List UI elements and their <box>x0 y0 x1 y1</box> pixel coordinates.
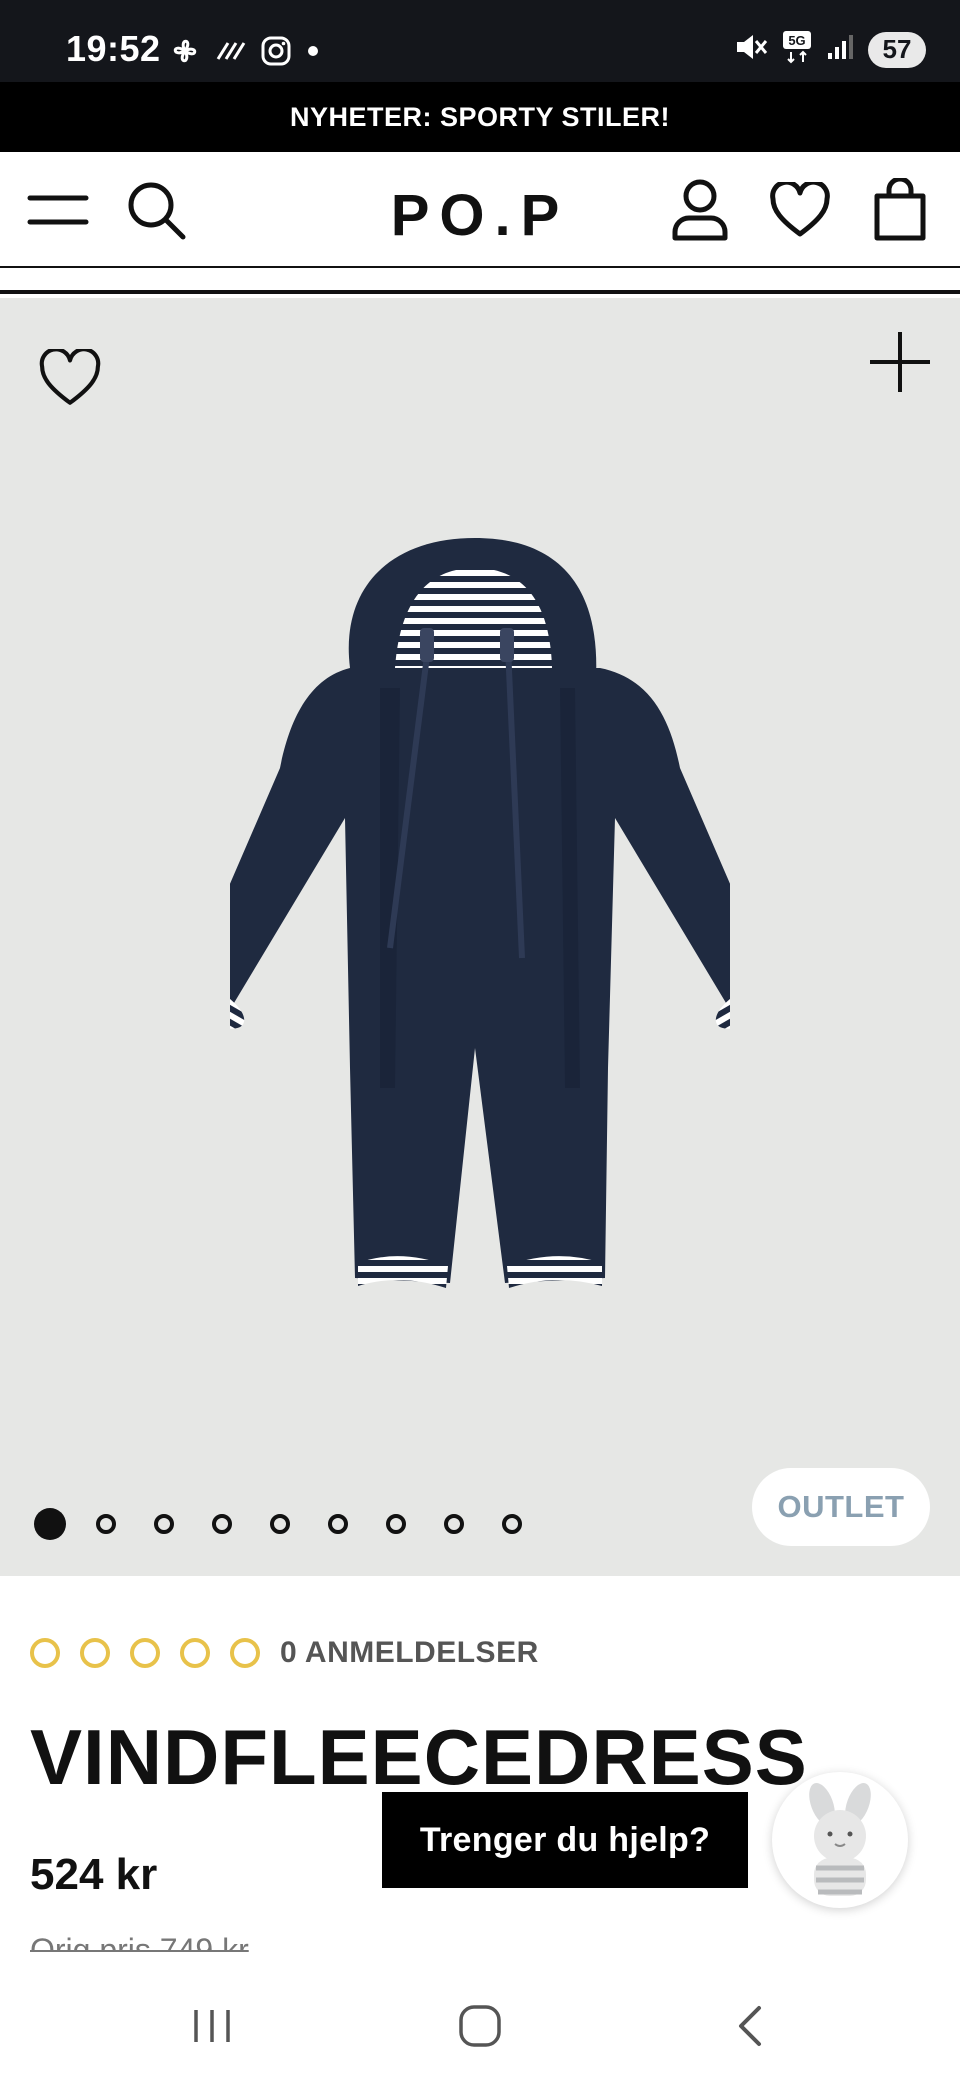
back-icon[interactable] <box>710 1996 790 2056</box>
header-divider <box>0 290 960 294</box>
recent-apps-icon[interactable] <box>172 1996 252 2056</box>
status-time: 19:52 <box>66 28 161 69</box>
account-icon[interactable] <box>668 178 732 242</box>
product-gallery[interactable]: OUTLET <box>0 298 960 1576</box>
product-image <box>230 538 730 1288</box>
logo-text[interactable]: PO.P <box>391 183 570 248</box>
site-header: PO.P <box>0 152 960 268</box>
chat-bunny-avatar[interactable] <box>772 1772 908 1908</box>
home-icon[interactable] <box>440 1996 520 2056</box>
gallery-pagination <box>34 1508 530 1540</box>
reviews-count[interactable]: 0 ANMELDELSER <box>280 1636 539 1670</box>
signal-bars-icon <box>826 33 854 66</box>
status-left-icons <box>168 34 320 73</box>
5g-icon: 5G <box>782 30 812 69</box>
wishlist-icon[interactable] <box>768 178 832 242</box>
help-chat-button[interactable]: Trenger du hjelp? <box>382 1792 748 1888</box>
status-right-icons: 5G 57 <box>734 30 926 69</box>
add-to-wishlist-icon[interactable] <box>34 342 106 414</box>
product-title: VINDFLEECEDRESS <box>30 1713 808 1801</box>
system-nav-bar <box>0 1970 960 2080</box>
promo-banner[interactable]: NYHETER: SPORTY STILER! <box>0 82 960 152</box>
gallery-dot[interactable] <box>34 1508 66 1540</box>
bag-icon[interactable] <box>868 178 932 242</box>
instagram-icon <box>260 35 292 72</box>
gallery-dot[interactable] <box>444 1514 464 1534</box>
menu-icon[interactable] <box>26 178 90 242</box>
original-price: Orig.pris 749 kr <box>30 1932 249 1952</box>
rating-summary[interactable]: 0 ANMELDELSER <box>30 1636 539 1670</box>
gallery-dot[interactable] <box>328 1514 348 1534</box>
outlet-badge: OUTLET <box>752 1468 930 1546</box>
dot-icon <box>306 44 320 63</box>
gallery-dot[interactable] <box>502 1514 522 1534</box>
search-icon[interactable] <box>124 178 188 242</box>
gallery-dot[interactable] <box>96 1514 116 1534</box>
rating-star-icon <box>30 1638 60 1668</box>
gallery-dot[interactable] <box>386 1514 406 1534</box>
battery-indicator: 57 <box>868 31 926 68</box>
zoom-plus-icon[interactable] <box>864 326 936 398</box>
status-bar: 19:52 5G 57 <box>0 0 960 82</box>
gallery-dot[interactable] <box>212 1514 232 1534</box>
gallery-dot[interactable] <box>270 1514 290 1534</box>
product-price: 524 kr <box>30 1850 158 1899</box>
rating-star-icon <box>230 1638 260 1668</box>
svg-text:5G: 5G <box>788 33 805 48</box>
rating-star-icon <box>130 1638 160 1668</box>
signal-lines-icon <box>216 41 246 66</box>
pinwheel-icon <box>168 34 202 73</box>
rating-star-icon <box>80 1638 110 1668</box>
mute-icon <box>734 31 768 68</box>
rating-star-icon <box>180 1638 210 1668</box>
gallery-dot[interactable] <box>154 1514 174 1534</box>
